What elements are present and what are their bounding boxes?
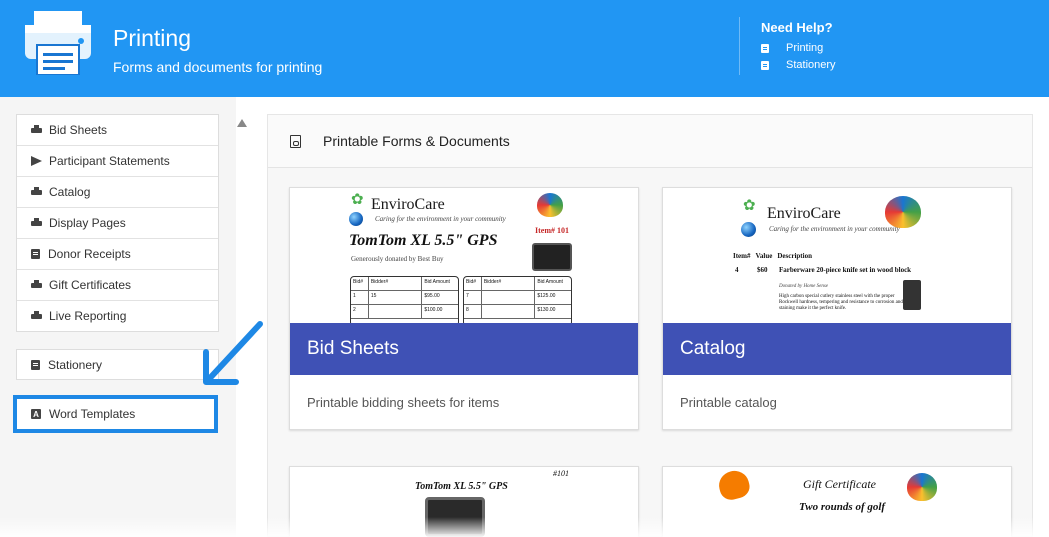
card-title: Bid Sheets [290, 323, 638, 375]
bid-table-left: Bid# Bidder# Bid Amount 1 15 $95.00 2 $100.00 [350, 276, 459, 323]
catalog-header: Item# Value Description [733, 252, 812, 260]
annotation-arrow-icon [203, 321, 263, 385]
sidebar-item-label: Donor Receipts [48, 247, 131, 261]
bottom-fade [0, 517, 1049, 537]
pdf-icon [290, 134, 301, 148]
help-section: Need Help? Printing Stationery [739, 17, 836, 75]
word-template-icon: A [31, 409, 41, 419]
help-link-label: Stationery [786, 59, 836, 71]
sidebar-item-label: Live Reporting [49, 309, 127, 323]
envirocare-logo-text: EnviroCare [767, 205, 841, 222]
print-icon [31, 124, 43, 136]
sidebar-item-catalog[interactable]: Catalog [17, 177, 218, 208]
bid-sheet-preview: ✿ EnviroCare Caring for the environment … [345, 188, 585, 323]
sidebar-item-participant-statements[interactable]: Participant Statements [17, 146, 218, 177]
butterfly-icon [715, 467, 753, 503]
catalog-donor: Donated by Home Sense [779, 284, 829, 289]
send-icon [31, 156, 42, 166]
leaf-icon: ✿ [743, 198, 756, 214]
help-title: Need Help? [761, 20, 833, 35]
sidebar-item-label: Catalog [49, 185, 91, 199]
catalog-description-text: High carbon special cutlery stainless st… [779, 294, 903, 311]
document-icon [31, 249, 40, 259]
sidebar-item-label: Word Templates [49, 407, 136, 421]
sidebar-item-label: Gift Certificates [49, 278, 132, 292]
gps-device-image [532, 243, 572, 271]
sidebar-item-word-templates[interactable]: A Word Templates [13, 395, 218, 433]
help-link-printing[interactable]: Printing [761, 42, 836, 54]
envirocare-logo-text: EnviroCare [371, 196, 445, 213]
document-icon [31, 359, 40, 370]
help-link-label: Printing [786, 42, 824, 54]
card-title: Catalog [663, 323, 1011, 375]
card-bid-sheets[interactable]: ✿ EnviroCare Caring for the environment … [289, 187, 639, 430]
gift-subtitle: Two rounds of golf [799, 501, 886, 513]
item-number: Item# 101 [535, 226, 569, 235]
print-icon [31, 186, 43, 198]
donated-by: Generously donated by Best Buy [351, 255, 444, 263]
print-icon [31, 217, 43, 229]
catalog-thumbnail: ✿ EnviroCare Caring for the environment … [663, 188, 1011, 323]
page-title: Printing [113, 25, 191, 51]
sidebar-item-donor-receipts[interactable]: Donor Receipts [17, 239, 218, 270]
tagline: Caring for the environment in your commu… [769, 225, 900, 233]
tagline: Caring for the environment in your commu… [375, 215, 506, 223]
balloon-logo-icon [907, 473, 937, 501]
bid-table-right: Bid# Bidder# Bid Amount 7 $125.00 8 $130.00 [463, 276, 572, 323]
page-subtitle: Forms and documents for printing [113, 59, 323, 75]
sidebar-item-label: Participant Statements [49, 154, 170, 168]
help-link-stationery[interactable]: Stationery [761, 59, 836, 71]
scroll-up-arrow-icon[interactable] [237, 119, 247, 127]
sidebar-item-stationery[interactable]: Stationery [16, 349, 219, 380]
document-icon [761, 43, 769, 53]
gps-title: TomTom XL 5.5" GPS [415, 481, 508, 492]
sidebar-item-display-pages[interactable]: Display Pages [17, 208, 218, 239]
print-icon [31, 310, 43, 322]
panel-title: Printable Forms & Documents [323, 133, 510, 149]
item-number: #101 [553, 469, 569, 478]
gift-title: Gift Certificate [803, 477, 876, 491]
sidebar-item-label: Display Pages [49, 216, 126, 230]
card-description: Printable catalog [680, 395, 777, 410]
printer-icon [25, 11, 91, 75]
sidebar-item-label: Bid Sheets [49, 123, 108, 137]
card-description: Printable bidding sheets for items [307, 395, 500, 410]
document-icon [761, 60, 769, 70]
sidebar-item-live-reporting[interactable]: Live Reporting [17, 301, 218, 331]
page-header: Printing Forms and documents for printin… [0, 0, 1049, 97]
gps-title: TomTom XL 5.5" GPS [349, 232, 498, 249]
sidebar-item-gift-certificates[interactable]: Gift Certificates [17, 270, 218, 301]
sidebar-item-bid-sheets[interactable]: Bid Sheets [17, 115, 218, 146]
bid-sheet-thumbnail: ✿ EnviroCare Caring for the environment … [290, 188, 638, 323]
globe-icon [349, 212, 363, 226]
sidebar-menu: Bid Sheets Participant Statements Catalo… [16, 114, 219, 332]
balloon-logo-icon [537, 193, 563, 217]
balloon-logo-icon [885, 196, 921, 228]
print-icon [31, 279, 43, 291]
catalog-preview: ✿ EnviroCare Caring for the environment … [725, 188, 955, 323]
leaf-icon: ✿ [351, 192, 364, 208]
card-catalog[interactable]: ✿ EnviroCare Caring for the environment … [662, 187, 1012, 430]
globe-icon [741, 222, 756, 237]
panel-header: Printable Forms & Documents [268, 115, 1032, 168]
sidebar-item-label: Stationery [48, 357, 103, 372]
knife-block-image [903, 280, 921, 310]
